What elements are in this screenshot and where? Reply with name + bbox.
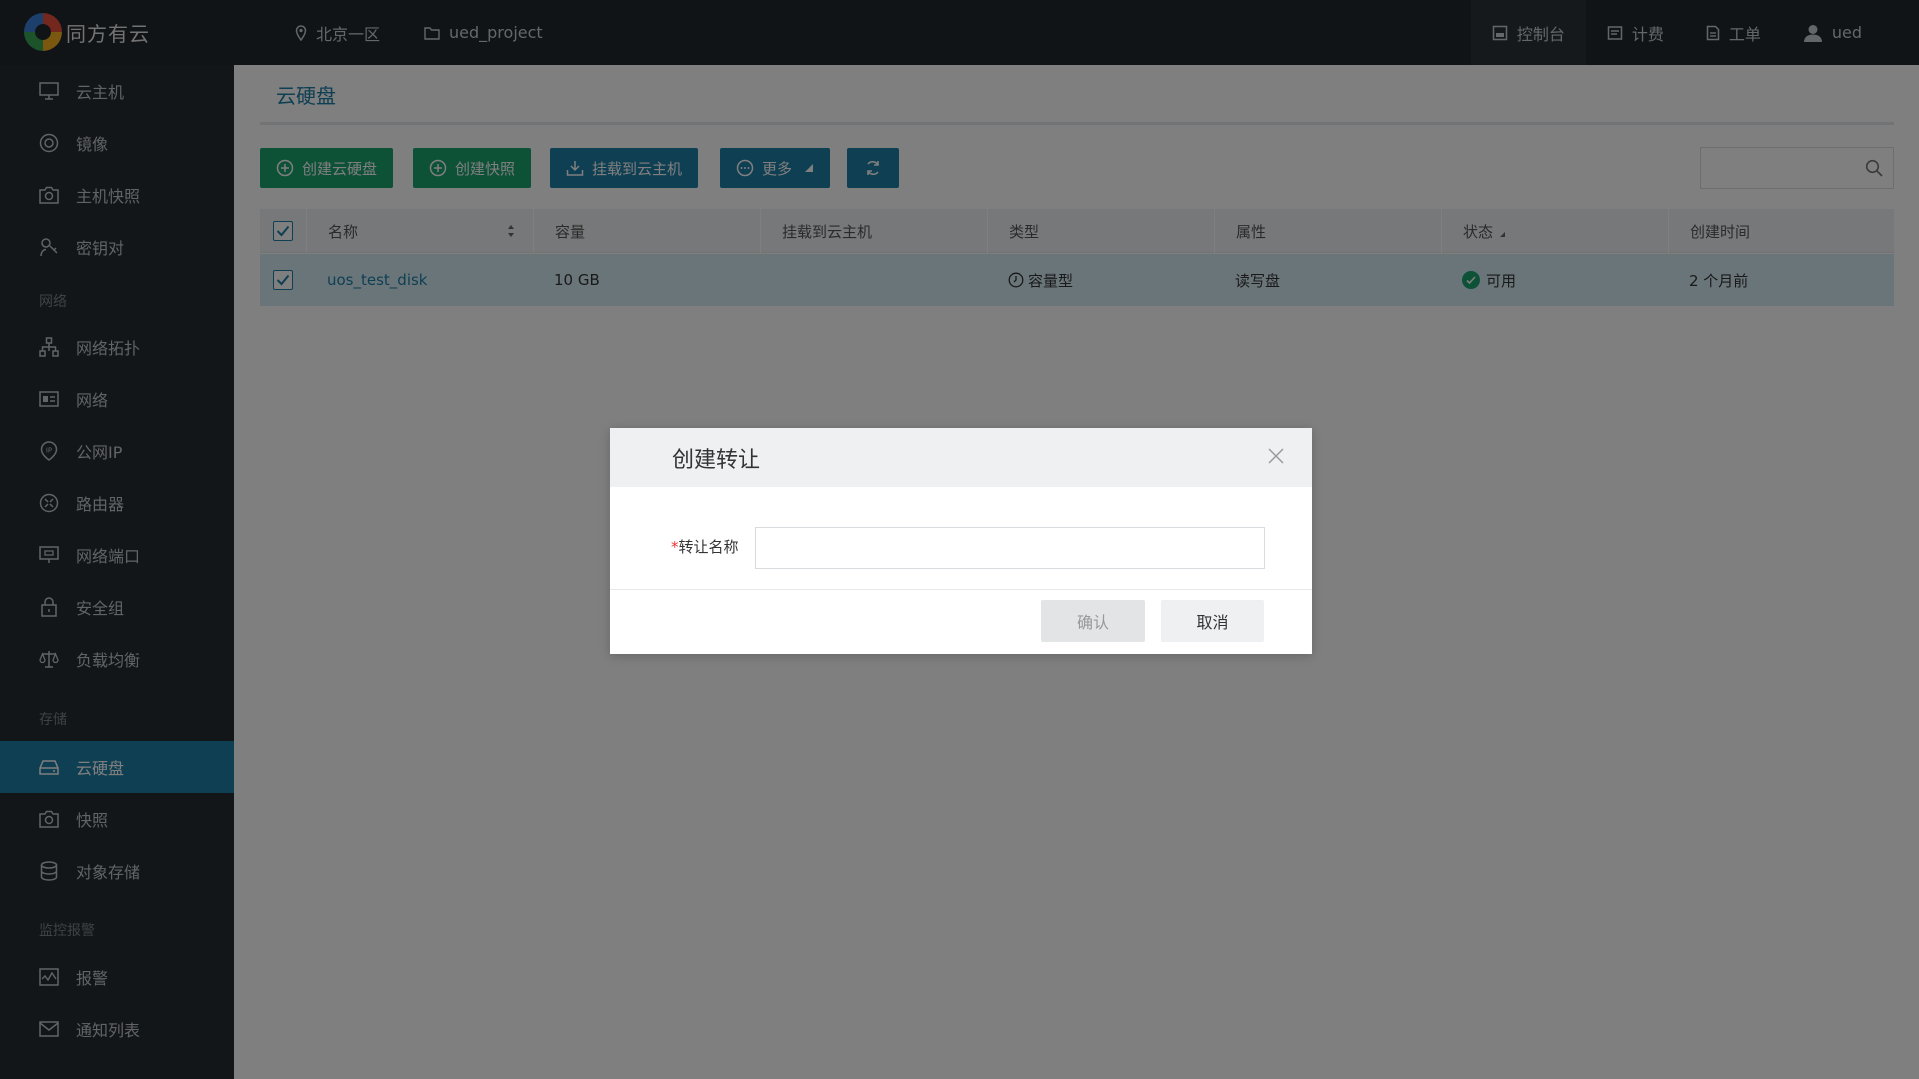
- close-icon[interactable]: [1266, 446, 1286, 470]
- transfer-name-input[interactable]: [755, 527, 1265, 569]
- cancel-button[interactable]: 取消: [1161, 600, 1264, 642]
- dialog-footer-divider: [610, 589, 1312, 590]
- dialog-title: 创建转让: [672, 448, 761, 473]
- dialog-header: 创建转让: [610, 428, 1312, 487]
- transfer-name-text: 转让名称: [678, 538, 739, 556]
- required-mark: *: [671, 538, 679, 556]
- transfer-name-label: *转让名称: [671, 536, 739, 557]
- confirm-button[interactable]: 确认: [1041, 600, 1145, 642]
- create-transfer-dialog: 创建转让 *转让名称 确认 取消: [610, 428, 1312, 654]
